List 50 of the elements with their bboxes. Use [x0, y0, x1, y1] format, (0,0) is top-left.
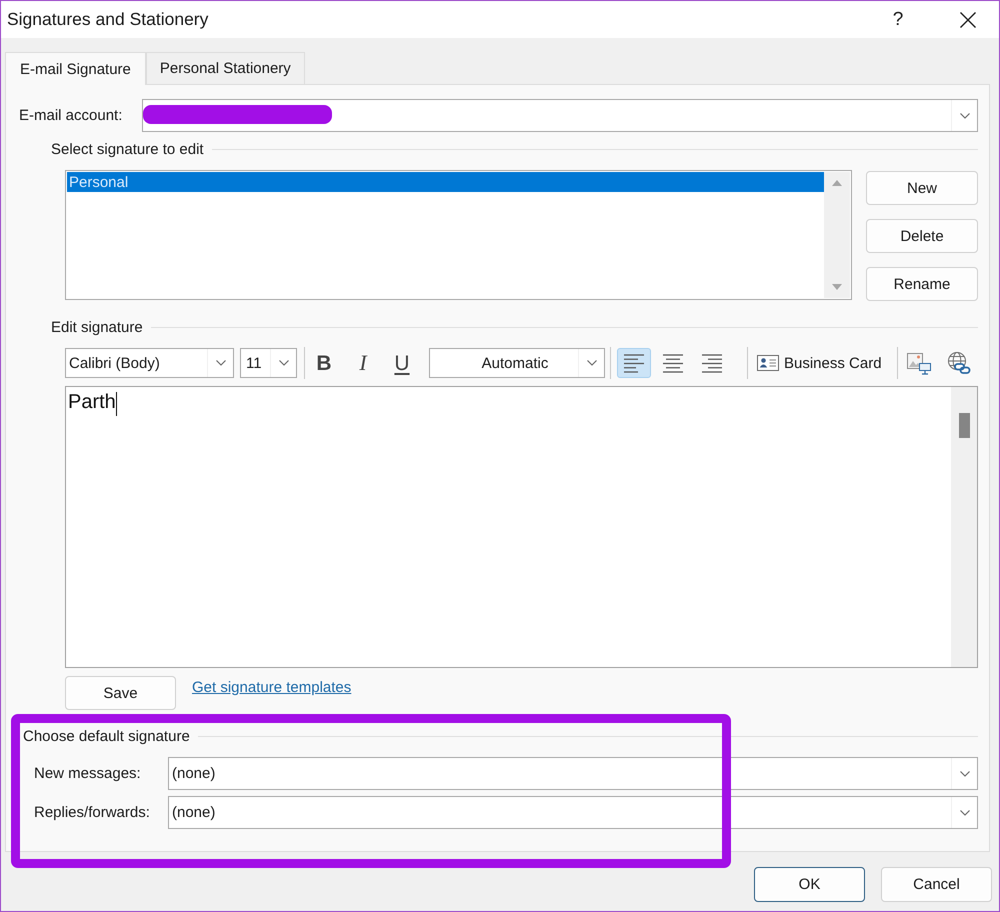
- field-label: Replies/forwards:: [34, 804, 151, 821]
- picture-monitor-icon: [906, 351, 931, 375]
- close-icon: [960, 12, 976, 28]
- underline-button[interactable]: U: [386, 348, 418, 378]
- signature-editor[interactable]: Parth: [65, 386, 978, 668]
- save-button[interactable]: Save: [65, 676, 176, 710]
- scroll-up-icon: [832, 180, 842, 186]
- chevron-down-icon: [586, 360, 596, 366]
- align-right-icon: [702, 354, 722, 372]
- email-account-dropdown[interactable]: [142, 99, 978, 132]
- chevron-down-icon: [278, 360, 288, 366]
- signature-list-item[interactable]: Personal: [67, 172, 824, 192]
- section-heading: Edit signature: [51, 319, 143, 336]
- font-color-dropdown[interactable]: Automatic: [429, 348, 605, 378]
- chevron-down-icon: [960, 810, 970, 816]
- scrollbar-thumb[interactable]: [958, 413, 970, 438]
- signature-dropdown[interactable]: (none): [168, 796, 978, 829]
- scroll-down-icon: [832, 284, 842, 290]
- section-heading: Choose default signature: [23, 728, 190, 745]
- chevron-down-icon: [960, 112, 970, 118]
- field-label: New messages:: [34, 765, 142, 782]
- italic-button[interactable]: I: [347, 348, 379, 378]
- signature-text: Parth: [68, 390, 116, 414]
- font-size-dropdown[interactable]: 11: [240, 348, 297, 378]
- signature-action-button[interactable]: New: [866, 171, 978, 205]
- font-dropdown[interactable]: Calibri (Body): [65, 348, 234, 378]
- chevron-down-icon: [216, 360, 226, 366]
- dialog-button[interactable]: Cancel: [881, 867, 992, 902]
- window-title: Signatures and Stationery: [7, 9, 208, 30]
- help-button[interactable]: ?: [875, 1, 921, 38]
- bold-button[interactable]: B: [308, 348, 340, 378]
- tab[interactable]: E-mail Signature: [5, 52, 146, 85]
- chevron-down-icon: [960, 770, 970, 776]
- contact-card-icon: [757, 355, 779, 371]
- tab[interactable]: Personal Stationery: [146, 52, 305, 84]
- field-label: E-mail account:: [19, 107, 124, 124]
- scrollbar[interactable]: [824, 172, 850, 298]
- business-card-button[interactable]: Business Card: [753, 348, 886, 378]
- dialog-button[interactable]: OK: [754, 867, 865, 902]
- signature-templates-link[interactable]: Get signature templates: [192, 679, 352, 696]
- align-left-icon: [624, 354, 644, 372]
- text-caret: [116, 392, 117, 416]
- signature-dropdown[interactable]: (none): [168, 757, 978, 790]
- signature-action-button[interactable]: Delete: [866, 219, 978, 253]
- section-heading: Select signature to edit: [51, 141, 204, 158]
- scrollbar[interactable]: [951, 387, 977, 667]
- align-center-icon: [663, 354, 683, 372]
- align-left-button[interactable]: [617, 348, 651, 378]
- globe-link-icon: [946, 351, 971, 375]
- signature-action-button[interactable]: Rename: [866, 267, 978, 301]
